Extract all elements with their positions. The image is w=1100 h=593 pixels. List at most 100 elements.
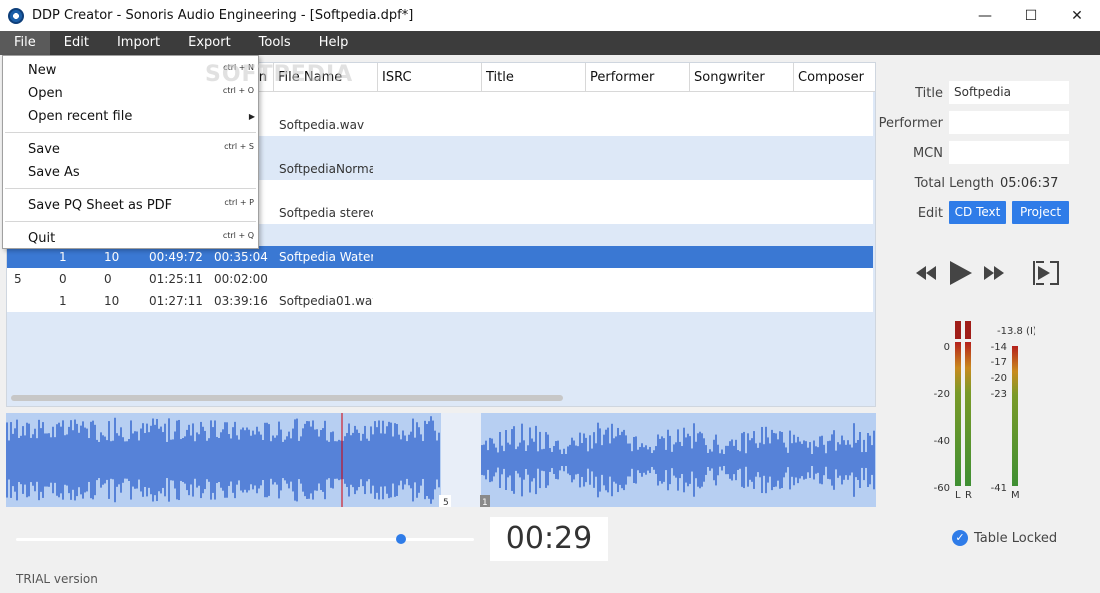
menu-tools[interactable]: Tools <box>245 31 305 55</box>
table-cell: 10 <box>104 294 120 308</box>
menu-bar: File Edit Import Export Tools Help <box>0 31 1100 55</box>
horizontal-scrollbar[interactable] <box>11 395 563 401</box>
menu-item-open-recent-label: Open recent file <box>28 109 133 124</box>
play-icon[interactable] <box>950 261 972 285</box>
total-length-label: Total Length <box>914 176 994 191</box>
menu-item-open-label: Open <box>28 86 63 101</box>
meter-l-peak <box>955 321 961 339</box>
meter-r-bar <box>965 342 971 486</box>
close-button[interactable]: ✕ <box>1054 0 1100 31</box>
mcn-label: MCN <box>912 146 943 161</box>
submenu-arrow-icon: ▶ <box>248 112 255 121</box>
table-locked-label[interactable]: Table Locked <box>974 531 1057 546</box>
table-locked-checkbox-icon[interactable]: ✓ <box>952 530 968 546</box>
table-cell: Softpedia Waterr <box>279 250 373 264</box>
meter-m-scale-17: -17 <box>991 357 1007 368</box>
meter-m-scale-20: -20 <box>991 373 1007 384</box>
menu-item-save-as[interactable]: Save As <box>3 161 258 184</box>
transport-controls <box>916 261 1059 285</box>
title-label: Title <box>915 86 943 101</box>
column-header-composer[interactable]: Composer <box>794 63 875 92</box>
table-cell: 01:27:11 <box>149 294 203 308</box>
meter-m-scale-41: -41 <box>991 483 1007 494</box>
menu-item-quit[interactable]: Quit ctrl + Q <box>3 227 258 250</box>
track-marker-right[interactable]: 1 <box>482 498 488 507</box>
track-marker-left[interactable]: 5 <box>443 498 449 507</box>
fast-forward-icon[interactable] <box>984 266 1004 280</box>
menu-help[interactable]: Help <box>305 31 363 55</box>
menu-item-save-pq-sheet[interactable]: Save PQ Sheet as PDF ctrl + P <box>3 194 258 217</box>
title-bar: DDP Creator - Sonoris Audio Engineering … <box>0 0 1100 31</box>
table-cell: 1 <box>59 294 67 308</box>
menu-item-quit-shortcut: ctrl + Q <box>222 231 254 240</box>
table-cell: 00:02:00 <box>214 272 268 286</box>
menu-item-save-as-label: Save As <box>28 165 80 180</box>
mcn-input[interactable] <box>949 141 1069 164</box>
meter-r-peak <box>965 321 971 339</box>
playback-slider-thumb[interactable] <box>395 534 406 544</box>
meter-scale-20: -20 <box>934 389 950 400</box>
meter-m-bar <box>1012 346 1018 486</box>
table-cell: SoftpediaNormal <box>279 162 373 176</box>
menu-edit[interactable]: Edit <box>50 31 103 55</box>
menu-separator <box>5 132 256 133</box>
total-length-value: 05:06:37 <box>1000 176 1059 191</box>
menu-file[interactable]: File <box>0 31 50 55</box>
maximize-button[interactable]: ☐ <box>1008 0 1054 31</box>
level-meters: 0 -20 -40 -60 L R -13.8 (I) -14 -17 -20 … <box>934 321 1035 501</box>
project-button[interactable]: Project <box>1012 201 1069 224</box>
skip-to-next-track-icon[interactable] <box>1033 261 1059 285</box>
menu-import[interactable]: Import <box>103 31 174 55</box>
menu-export[interactable]: Export <box>174 31 245 55</box>
meter-l-bar <box>955 342 961 486</box>
menu-separator <box>5 188 256 189</box>
table-cell: Softpedia stereo <box>279 206 373 220</box>
app-logo-icon <box>8 7 24 24</box>
table-cell: 0 <box>59 272 67 286</box>
column-header-songwriter[interactable]: Songwriter <box>690 63 794 92</box>
menu-separator <box>5 221 256 222</box>
meter-m-scale-23: -23 <box>991 389 1007 400</box>
column-header-performer[interactable]: Performer <box>586 63 690 92</box>
menu-item-save-label: Save <box>28 142 60 157</box>
watermark: SOFTPEDIA <box>205 62 354 87</box>
table-row[interactable]: 1 10 01:27:11 03:39:16 Softpedia01.wav <box>7 290 873 312</box>
table-cell: 0 <box>104 272 112 286</box>
menu-item-new-label: New <box>28 63 57 78</box>
column-header-title[interactable]: Title <box>482 63 586 92</box>
menu-item-open-recent[interactable]: Open recent file ▶ <box>3 105 258 128</box>
waveform-view[interactable]: 5 1 <box>6 413 876 507</box>
menu-item-save-pq-sheet-label: Save PQ Sheet as PDF <box>28 198 173 213</box>
meter-l-label: L <box>955 490 961 501</box>
meter-scale-40: -40 <box>934 436 950 447</box>
cd-text-button[interactable]: CD Text <box>949 201 1006 224</box>
performer-label: Performer <box>878 116 943 131</box>
meter-m-label: M <box>1011 490 1020 501</box>
table-row[interactable]: 5 0 0 01:25:11 00:02:00 <box>7 268 873 290</box>
table-cell: Softpedia01.wav <box>279 294 373 308</box>
meter-scale-0: 0 <box>944 342 950 353</box>
menu-item-save-pq-sheet-shortcut: ctrl + P <box>224 198 254 207</box>
waveform-graphic[interactable]: 5 1 <box>6 413 876 507</box>
menu-item-save[interactable]: Save ctrl + S <box>3 138 258 161</box>
rewind-icon[interactable] <box>916 266 936 280</box>
edit-label: Edit <box>917 206 943 221</box>
title-input[interactable]: Softpedia <box>949 81 1069 104</box>
waveform-gap <box>441 413 481 507</box>
minimize-button[interactable]: — <box>962 0 1008 31</box>
table-cell: 5 <box>14 272 22 286</box>
meter-r-label: R <box>965 490 972 501</box>
menu-item-quit-label: Quit <box>28 231 56 246</box>
playback-time: 00:29 <box>490 517 608 561</box>
window-controls: — ☐ ✕ <box>962 0 1100 31</box>
column-header-isrc[interactable]: ISRC <box>378 63 482 92</box>
menu-item-save-shortcut: ctrl + S <box>224 142 254 151</box>
meter-scale-60: -60 <box>934 483 950 494</box>
meter-m-scale-14: -14 <box>991 342 1007 353</box>
table-cell: Softpedia.wav <box>279 118 365 132</box>
performer-input[interactable] <box>949 111 1069 134</box>
window-title: DDP Creator - Sonoris Audio Engineering … <box>32 8 414 23</box>
table-cell: 01:25:11 <box>149 272 203 286</box>
table-cell: 03:39:16 <box>214 294 268 308</box>
status-text: TRIAL version <box>16 572 98 586</box>
